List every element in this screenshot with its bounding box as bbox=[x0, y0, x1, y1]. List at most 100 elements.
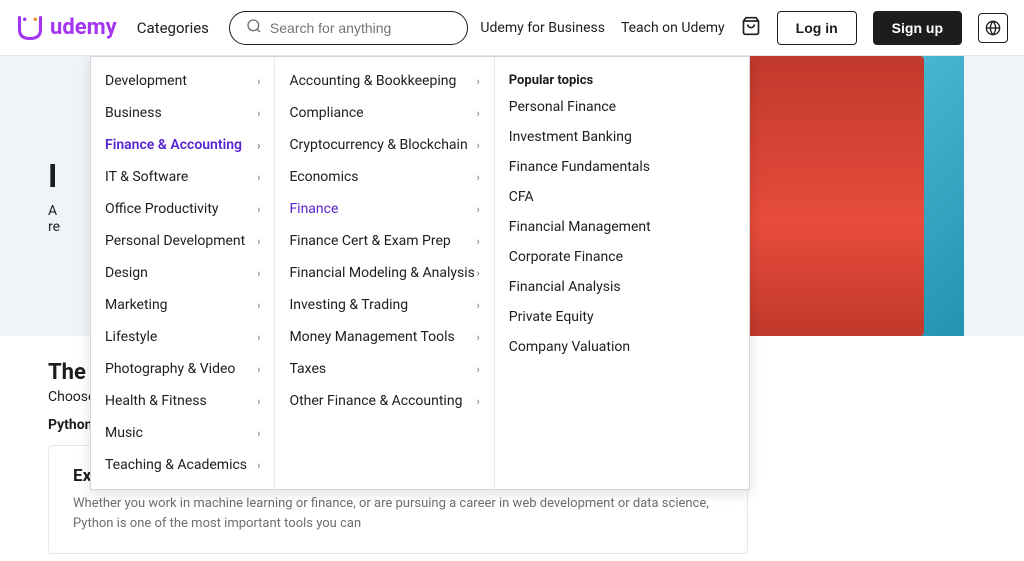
main-category-label: Photography & Video bbox=[105, 361, 235, 377]
search-icon bbox=[246, 18, 262, 38]
sub-category-label: Accounting & Bookkeeping bbox=[289, 73, 456, 89]
chevron-right-icon: › bbox=[257, 395, 260, 408]
sub-category-label: Economics bbox=[289, 169, 358, 185]
main-category-teaching-academics[interactable]: Teaching & Academics › bbox=[91, 449, 274, 481]
main-category-label: Lifestyle bbox=[105, 329, 157, 345]
chevron-right-icon: › bbox=[476, 235, 479, 248]
chevron-right-icon: › bbox=[257, 171, 260, 184]
sub-category-label: Money Management Tools bbox=[289, 329, 454, 345]
topic-item[interactable]: Company Valuation bbox=[495, 332, 749, 362]
sub-category-label: Taxes bbox=[289, 361, 326, 377]
chevron-right-icon: › bbox=[257, 363, 260, 376]
main-category-development[interactable]: Development › bbox=[91, 65, 274, 97]
language-button[interactable] bbox=[978, 13, 1008, 43]
chevron-right-icon: › bbox=[476, 107, 479, 120]
main-category-label: Personal Development bbox=[105, 233, 245, 249]
category-column-topics: Popular topics Personal FinanceInvestmen… bbox=[495, 57, 749, 489]
search-bar bbox=[229, 11, 469, 45]
main-category-label: Teaching & Academics bbox=[105, 457, 247, 473]
sub-category-financial-modeling[interactable]: Financial Modeling & Analysis› bbox=[275, 257, 493, 289]
sub-category-label: Financial Modeling & Analysis bbox=[289, 265, 474, 281]
sub-category-label: Finance Cert & Exam Prep bbox=[289, 233, 450, 249]
chevron-right-icon: › bbox=[476, 139, 479, 152]
chevron-right-icon: › bbox=[257, 459, 260, 472]
sub-category-accounting[interactable]: Accounting & Bookkeeping › bbox=[275, 65, 493, 97]
topic-item[interactable]: Finance Fundamentals bbox=[495, 152, 749, 182]
teach-link[interactable]: Teach on Udemy bbox=[621, 20, 725, 36]
search-input[interactable] bbox=[270, 20, 452, 36]
sub-category-label: Investing & Trading bbox=[289, 297, 408, 313]
nav-right: Udemy for Business Teach on Udemy Log in… bbox=[480, 11, 1008, 45]
main-category-office-productivity[interactable]: Office Productivity› bbox=[91, 193, 274, 225]
main-category-label: Office Productivity bbox=[105, 201, 219, 217]
main-category-label: Marketing bbox=[105, 297, 168, 313]
chevron-right-icon: › bbox=[476, 363, 479, 376]
main-category-label: Business bbox=[105, 105, 162, 121]
chevron-right-icon: › bbox=[476, 331, 479, 344]
category-column-main: Development›Business›Finance & Accountin… bbox=[91, 57, 275, 489]
main-category-label: IT & Software bbox=[105, 169, 188, 185]
signup-button[interactable]: Sign up bbox=[873, 11, 962, 45]
main-category-marketing[interactable]: Marketing › bbox=[91, 289, 274, 321]
sub-category-crypto[interactable]: Cryptocurrency & Blockchain › bbox=[275, 129, 493, 161]
sub-category-finance-cert[interactable]: Finance Cert & Exam Prep › bbox=[275, 225, 493, 257]
topic-item[interactable]: Personal Finance bbox=[495, 92, 749, 122]
topic-item[interactable]: Financial Analysis bbox=[495, 272, 749, 302]
main-category-finance-accounting[interactable]: Finance & Accounting › bbox=[91, 129, 274, 161]
cart-icon[interactable] bbox=[741, 16, 761, 40]
mega-menu-overlay: Development›Business›Finance & Accountin… bbox=[0, 56, 1024, 561]
chevron-right-icon: › bbox=[257, 427, 260, 440]
sub-category-other-finance[interactable]: Other Finance & Accounting › bbox=[275, 385, 493, 417]
topic-item[interactable]: Financial Management bbox=[495, 212, 749, 242]
business-link[interactable]: Udemy for Business bbox=[480, 20, 605, 36]
main-category-it-software[interactable]: IT & Software › bbox=[91, 161, 274, 193]
chevron-right-icon: › bbox=[257, 331, 260, 344]
sub-category-economics[interactable]: Economics › bbox=[275, 161, 493, 193]
main-category-photography-video[interactable]: Photography & Video › bbox=[91, 353, 274, 385]
categories-button[interactable]: Categories bbox=[129, 15, 217, 41]
logo-text: udemy bbox=[50, 15, 117, 40]
chevron-right-icon: › bbox=[257, 235, 260, 248]
main-category-personal-development[interactable]: Personal Development › bbox=[91, 225, 274, 257]
chevron-right-icon: › bbox=[476, 171, 479, 184]
navbar: udemy Categories Udemy for Business Teac… bbox=[0, 0, 1024, 56]
chevron-right-icon: › bbox=[476, 395, 479, 408]
main-category-label: Health & Fitness bbox=[105, 393, 207, 409]
topic-item[interactable]: CFA bbox=[495, 182, 749, 212]
topic-item[interactable]: Private Equity bbox=[495, 302, 749, 332]
category-column-sub: Accounting & Bookkeeping›Compliance›Cryp… bbox=[275, 57, 494, 489]
main-category-label: Finance & Accounting bbox=[105, 137, 242, 153]
sub-category-label: Compliance bbox=[289, 105, 363, 121]
main-category-design[interactable]: Design › bbox=[91, 257, 274, 289]
main-category-label: Music bbox=[105, 425, 143, 441]
main-category-health-fitness[interactable]: Health & Fitness › bbox=[91, 385, 274, 417]
chevron-right-icon: › bbox=[257, 139, 260, 152]
chevron-right-icon: › bbox=[476, 203, 479, 216]
login-button[interactable]: Log in bbox=[777, 11, 857, 45]
sub-category-finance[interactable]: Finance › bbox=[275, 193, 493, 225]
chevron-right-icon: › bbox=[257, 75, 260, 88]
chevron-right-icon: › bbox=[257, 299, 260, 312]
sub-category-taxes[interactable]: Taxes › bbox=[275, 353, 493, 385]
chevron-right-icon: › bbox=[476, 267, 479, 280]
logo[interactable]: udemy bbox=[16, 14, 117, 42]
topic-item[interactable]: Investment Banking bbox=[495, 122, 749, 152]
sub-category-label: Cryptocurrency & Blockchain bbox=[289, 137, 467, 153]
sub-category-investing[interactable]: Investing & Trading› bbox=[275, 289, 493, 321]
main-category-lifestyle[interactable]: Lifestyle › bbox=[91, 321, 274, 353]
main-category-label: Development bbox=[105, 73, 187, 89]
main-category-music[interactable]: Music › bbox=[91, 417, 274, 449]
mega-menu: Development›Business›Finance & Accountin… bbox=[90, 56, 750, 490]
chevron-right-icon: › bbox=[257, 267, 260, 280]
globe-icon bbox=[985, 20, 1001, 36]
sub-category-label: Finance bbox=[289, 201, 338, 217]
sub-category-money-management[interactable]: Money Management Tools › bbox=[275, 321, 493, 353]
main-category-business[interactable]: Business› bbox=[91, 97, 274, 129]
sub-category-compliance[interactable]: Compliance › bbox=[275, 97, 493, 129]
main-category-label: Design bbox=[105, 265, 148, 281]
popular-topics-header: Popular topics bbox=[495, 65, 749, 92]
udemy-logo-icon bbox=[16, 14, 44, 42]
chevron-right-icon: › bbox=[476, 75, 479, 88]
topic-item[interactable]: Corporate Finance bbox=[495, 242, 749, 272]
sub-category-label: Other Finance & Accounting bbox=[289, 393, 462, 409]
